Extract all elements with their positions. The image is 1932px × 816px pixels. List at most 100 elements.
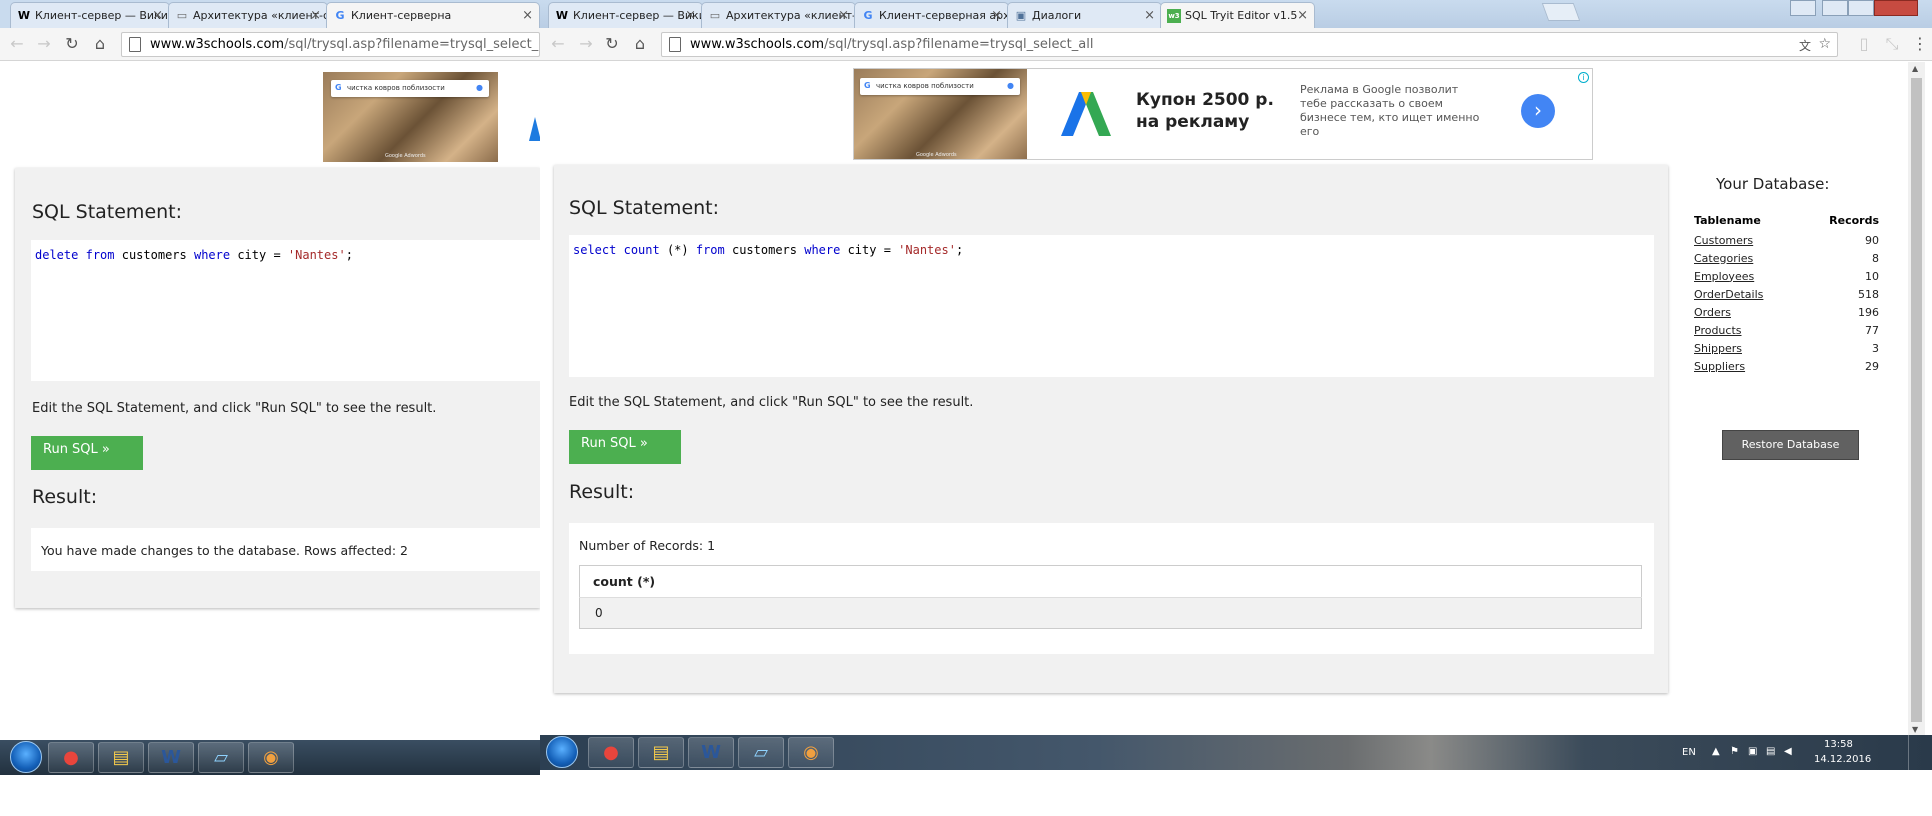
- db-table-link-employees[interactable]: Employees: [1694, 270, 1754, 283]
- mic-icon: ●: [1007, 81, 1014, 90]
- clock-date[interactable]: 14.12.2016: [1814, 754, 1871, 765]
- sql-token-kw: from: [85, 248, 115, 262]
- volume-icon[interactable]: ◀: [1784, 746, 1792, 757]
- tab-4[interactable]: w3 SQL Tryit Editor v1.5 ×: [1160, 2, 1315, 28]
- tab-0[interactable]: W Клиент-сервер — Вики ×: [10, 2, 170, 28]
- extension2-icon[interactable]: ⤡: [1882, 34, 1902, 54]
- run-sql-button[interactable]: Run SQL »: [31, 436, 143, 470]
- close-tab-icon[interactable]: ×: [685, 8, 696, 23]
- front-ad-banner[interactable]: G чистка ковров поблизости ● Google Adwo…: [853, 68, 1593, 160]
- power-icon[interactable]: ▣: [1748, 746, 1757, 757]
- tab-label: Клиент-сервер — Вики: [35, 9, 168, 22]
- db-table-link-customers[interactable]: Customers: [1694, 234, 1753, 247]
- ad-caption: Google Adwords: [916, 152, 957, 158]
- new-tab-button[interactable]: [1541, 3, 1581, 21]
- scrollbar-thumb[interactable]: [1911, 78, 1922, 722]
- network-icon[interactable]: ▤: [1766, 746, 1775, 757]
- maximize-button[interactable]: [1848, 0, 1874, 16]
- tab-1[interactable]: ▭ Архитектура «клиент-се ×: [168, 2, 328, 28]
- back-ad-banner[interactable]: G чистка ковров поблизости ● Google Adwo…: [323, 72, 540, 162]
- run-sql-button[interactable]: Run SQL »: [569, 430, 681, 464]
- tab-2[interactable]: G Клиент-серверна ×: [326, 2, 540, 28]
- close-tab-icon[interactable]: ×: [152, 8, 163, 23]
- word-taskbar-button[interactable]: W: [148, 742, 194, 773]
- chrome-taskbar-button[interactable]: ●: [48, 742, 94, 773]
- start-orb-icon[interactable]: [546, 736, 578, 768]
- close-tab-icon[interactable]: ×: [310, 8, 321, 23]
- home-icon[interactable]: ⌂: [90, 34, 110, 54]
- scroll-down-icon[interactable]: ▼: [1912, 725, 1918, 734]
- close-tab-icon[interactable]: ×: [1144, 8, 1155, 23]
- tray-expand-icon[interactable]: ▲: [1712, 746, 1720, 757]
- db-table-link-orderdetails[interactable]: OrderDetails: [1694, 288, 1763, 301]
- sql-editor[interactable]: select count (*) from customers where ci…: [569, 235, 1654, 377]
- front-address-bar[interactable]: www.w3schools.com/sql/trysql.asp?filenam…: [661, 32, 1838, 57]
- paint-taskbar-button[interactable]: ◉: [788, 737, 834, 768]
- result-message: You have made changes to the database. R…: [41, 543, 408, 558]
- back-address-bar[interactable]: www.w3schools.com/sql/trysql.asp?filenam…: [121, 32, 540, 57]
- minimize-button[interactable]: [1822, 0, 1848, 16]
- close-window-button[interactable]: [1874, 0, 1918, 16]
- tab-1[interactable]: ▭ Архитектура «клиент-се ×: [701, 2, 856, 28]
- tab-0[interactable]: W Клиент-сервер — Вики ×: [548, 2, 703, 28]
- sql-editor[interactable]: delete from customers where city = 'Nant…: [31, 240, 540, 381]
- db-table-link-categories[interactable]: Categories: [1694, 252, 1753, 265]
- translate-icon[interactable]: 文: [1799, 37, 1811, 54]
- forward-arrow-icon[interactable]: →: [576, 34, 596, 54]
- result-header-row: count (*): [579, 565, 1642, 598]
- ad-search-text: чистка ковров поблизости: [876, 82, 974, 90]
- language-indicator[interactable]: EN: [1682, 747, 1696, 758]
- ad-search-box: G чистка ковров поблизости ●: [860, 78, 1020, 95]
- explorer-taskbar-button[interactable]: ▤: [638, 737, 684, 768]
- chrome-taskbar-button[interactable]: ●: [588, 737, 634, 768]
- paint-taskbar-button[interactable]: ◉: [248, 742, 294, 773]
- extension-icon[interactable]: ▯: [1854, 34, 1874, 54]
- reload-icon[interactable]: ↻: [602, 34, 622, 54]
- google-g-icon: G: [335, 83, 342, 92]
- flag-icon[interactable]: ⚑: [1730, 746, 1739, 757]
- back-arrow-icon[interactable]: ←: [7, 34, 27, 54]
- page-scrollbar[interactable]: ▲ ▼: [1908, 62, 1925, 737]
- word-taskbar-button[interactable]: W: [688, 737, 734, 768]
- back-main-panel: SQL Statement: delete from customers whe…: [15, 168, 540, 608]
- close-tab-icon[interactable]: ×: [991, 8, 1002, 23]
- tab-2[interactable]: G Клиент-серверная архи ×: [854, 2, 1009, 28]
- scroll-up-icon[interactable]: ▲: [1912, 64, 1918, 73]
- db-table-link-suppliers[interactable]: Suppliers: [1694, 360, 1745, 373]
- back-arrow-icon[interactable]: ←: [548, 34, 568, 54]
- db-table-name-cell: Employees: [1694, 267, 1802, 285]
- db-table-link-products[interactable]: Products: [1694, 324, 1742, 337]
- tab-3[interactable]: ▣ Диалоги ×: [1007, 2, 1162, 28]
- menu-icon[interactable]: ⋮: [1910, 34, 1930, 54]
- start-orb-icon[interactable]: [10, 741, 42, 773]
- notepad-taskbar-button[interactable]: ▱: [198, 742, 244, 773]
- db-table-link-shippers[interactable]: Shippers: [1694, 342, 1742, 355]
- db-table-name-cell: Customers: [1694, 231, 1802, 249]
- bookmark-star-icon[interactable]: ☆: [1818, 36, 1831, 52]
- sql-token-plain: ;: [955, 243, 964, 257]
- tab-label: Диалоги: [1032, 9, 1082, 22]
- restore-database-button[interactable]: Restore Database: [1722, 430, 1859, 460]
- show-desktop-button[interactable]: [1908, 735, 1920, 770]
- close-tab-icon[interactable]: ×: [522, 8, 533, 23]
- sql-statement-heading: SQL Statement:: [32, 201, 183, 223]
- chrome-icon: ●: [603, 742, 619, 763]
- google-g-icon: G: [864, 81, 871, 90]
- ad-info-icon[interactable]: i: [1578, 72, 1589, 83]
- forward-arrow-icon[interactable]: →: [34, 34, 54, 54]
- clock-time[interactable]: 13:58: [1824, 739, 1853, 750]
- profile-button[interactable]: [1790, 0, 1816, 16]
- G-favicon-icon: G: [335, 9, 345, 22]
- home-icon[interactable]: ⌂: [630, 34, 650, 54]
- your-database-title: Your Database:: [1716, 175, 1830, 193]
- explorer-taskbar-button[interactable]: ▤: [98, 742, 144, 773]
- reload-icon[interactable]: ↻: [62, 34, 82, 54]
- notepad-taskbar-button[interactable]: ▱: [738, 737, 784, 768]
- close-tab-icon[interactable]: ×: [838, 8, 849, 23]
- url-host: www.w3schools.com: [690, 37, 825, 52]
- ad-go-arrow-icon[interactable]: ›: [1521, 94, 1555, 128]
- records-header: Records: [1829, 213, 1879, 227]
- close-tab-icon[interactable]: ×: [1297, 8, 1308, 23]
- db-table-link-orders[interactable]: Orders: [1694, 306, 1731, 319]
- word-icon: W: [701, 742, 721, 763]
